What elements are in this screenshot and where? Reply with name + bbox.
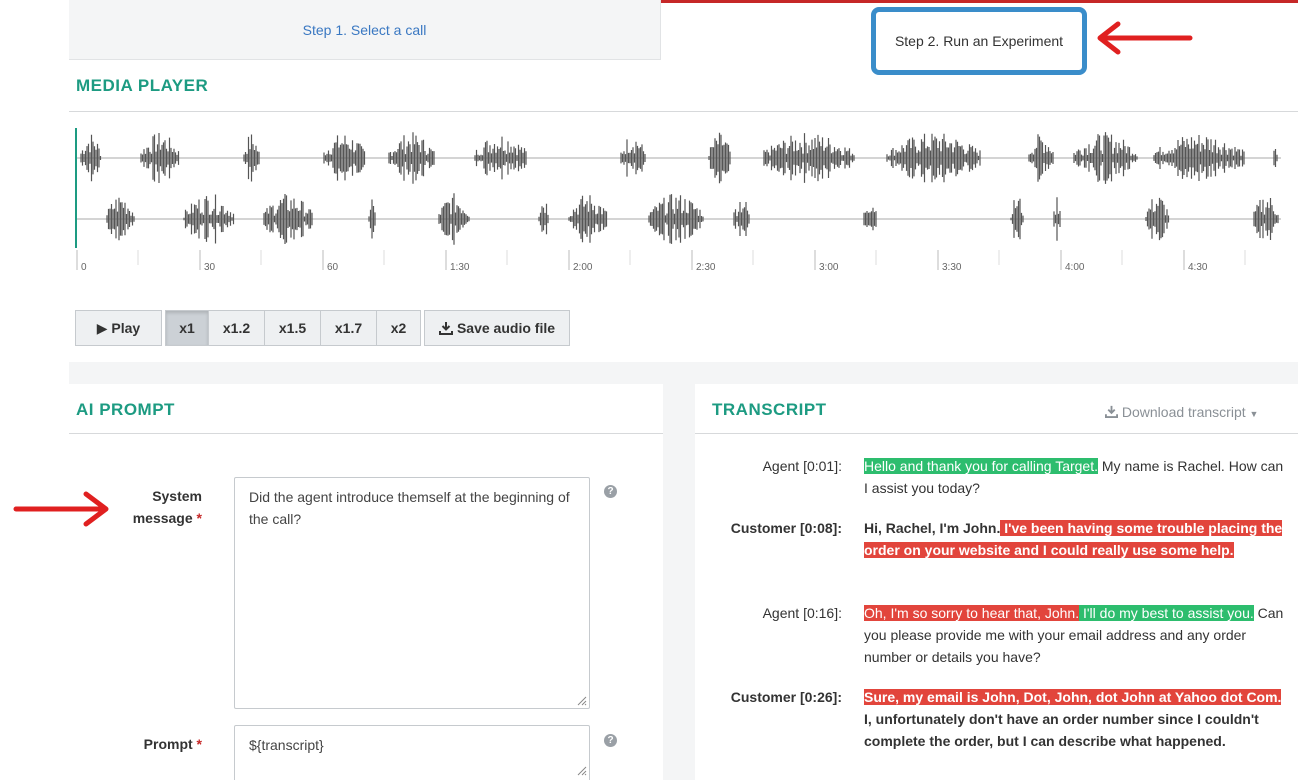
save-audio-button[interactable]: Save audio file	[424, 310, 570, 346]
timeline-tick-label: 0	[81, 262, 87, 273]
play-button[interactable]: ▶ Play	[75, 310, 162, 346]
tab-step1-label: Step 1. Select a call	[302, 21, 427, 38]
tab-step2-highlight-box: Step 2. Run an Experiment	[871, 7, 1087, 75]
timeline-tick-label: 3:30	[942, 262, 962, 273]
speed-button-x1-5[interactable]: x1.5	[265, 310, 321, 346]
speaker-agent-2: Agent [0:16]:	[762, 605, 842, 621]
transcript-entry-3: Sure, my email is John, Dot, John, dot J…	[864, 686, 1284, 752]
media-player-title: MEDIA PLAYER	[76, 76, 209, 95]
download-icon	[1105, 405, 1118, 418]
timeline-tick-label: 2:30	[696, 262, 716, 273]
tab-step2[interactable]: Step 2. Run an Experiment	[661, 0, 1298, 75]
system-message-value: Did the agent introduce themself at the …	[249, 489, 570, 527]
system-message-label: System message *	[100, 485, 202, 529]
highlight-positive: I'll do my best to assist you.	[1079, 605, 1254, 621]
speed-button-x1-7[interactable]: x1.7	[321, 310, 377, 346]
speed-button-x1[interactable]: x1	[165, 310, 209, 346]
required-mark: *	[196, 510, 202, 526]
tab-step2-label: Step 2. Run an Experiment	[894, 33, 1064, 49]
tab-step1[interactable]: Step 1. Select a call	[69, 0, 661, 60]
resize-handle-icon[interactable]	[575, 694, 587, 706]
prompt-help-icon[interactable]: ?	[604, 734, 617, 747]
prompt-label-text: Prompt	[143, 736, 193, 752]
transcript-divider	[695, 433, 1298, 434]
highlight-negative: Oh, I'm so sorry to hear that, John.	[864, 605, 1080, 621]
system-label-line2: message	[132, 510, 193, 526]
speaker-agent-0: Agent [0:01]:	[762, 458, 842, 474]
timeline-tick-label: 1:30	[450, 262, 470, 273]
audio-waveform[interactable]: 0 30 60 1:30 2:00 2:30 3:00 3:30 4:00 4:30	[69, 125, 1284, 275]
transcript-text: Hi, Rachel, I'm John.	[864, 520, 1001, 536]
ai-prompt-divider	[69, 433, 663, 434]
timeline-tick-label: 60	[327, 262, 339, 273]
system-help-icon[interactable]: ?	[604, 485, 617, 498]
media-divider	[69, 111, 1298, 112]
timeline-tick-label: 4:00	[1065, 262, 1085, 273]
transcript-entry-0: Hello and thank you for calling Target. …	[864, 455, 1284, 499]
highlight-positive: Hello and thank you for calling Target.	[864, 458, 1098, 474]
annotation-arrow-left-icon	[1097, 21, 1193, 55]
save-audio-label: Save audio file	[456, 320, 556, 336]
system-label-line2-wrap: message *	[100, 507, 202, 529]
ai-prompt-title: AI PROMPT	[76, 400, 175, 419]
timeline-tick-label: 30	[204, 262, 216, 273]
prompt-label: Prompt *	[100, 733, 202, 755]
system-message-field[interactable]: Did the agent introduce themself at the …	[234, 477, 590, 709]
prompt-field[interactable]: ${transcript}	[234, 725, 590, 780]
speaker-customer-3: Customer [0:26]:	[730, 689, 842, 705]
transcript-entry-1: Hi, Rachel, I'm John. I've been having s…	[864, 517, 1284, 561]
transcript-text: I, unfortunately don't have an order num…	[864, 711, 1259, 749]
download-transcript-button[interactable]: Download transcript ▼	[1105, 404, 1258, 420]
highlight-negative: Sure, my email is John, Dot, John, dot J…	[864, 689, 1282, 705]
play-button-label: ▶ Play	[96, 319, 141, 336]
timeline-tick-label: 4:30	[1188, 262, 1208, 273]
download-icon	[438, 322, 453, 335]
annotation-arrow-right-icon	[13, 491, 109, 527]
speed-button-x1-2[interactable]: x1.2	[209, 310, 265, 346]
transcript-title: TRANSCRIPT	[712, 400, 827, 419]
timeline-tick-label: 2:00	[573, 262, 593, 273]
system-label-line1: System	[152, 488, 202, 504]
timeline-tick-label: 3:00	[819, 262, 839, 273]
caret-down-icon: ▼	[1249, 409, 1259, 419]
prompt-resize-handle-icon[interactable]	[575, 764, 587, 776]
speaker-customer-1: Customer [0:08]:	[730, 520, 842, 536]
transcript-entry-2: Oh, I'm so sorry to hear that, John. I'l…	[864, 602, 1284, 668]
prompt-value: ${transcript}	[249, 737, 324, 753]
prompt-required-mark: *	[196, 736, 202, 752]
download-transcript-label: Download transcript	[1121, 404, 1246, 420]
speed-button-x2[interactable]: x2	[377, 310, 421, 346]
panel-gap	[663, 362, 695, 780]
